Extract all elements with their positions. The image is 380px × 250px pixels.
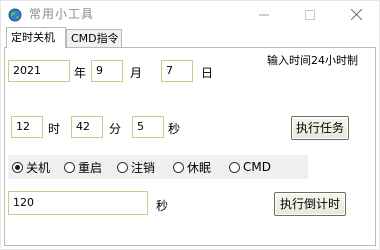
year-label: 年 <box>74 66 87 80</box>
second-input[interactable]: 5 <box>132 116 164 138</box>
radio-checked-icon <box>12 161 23 173</box>
radio-label-cmd: CMD <box>243 160 271 174</box>
radio-hibernate[interactable]: 休眠 <box>173 160 212 175</box>
radio-unchecked-icon <box>173 161 184 173</box>
hour-input[interactable]: 12 <box>11 116 43 138</box>
tab-cmd[interactable]: CMD指令 <box>66 29 122 47</box>
minute-input[interactable]: 42 <box>71 116 103 138</box>
radio-label-hibernate: 休眠 <box>187 160 212 175</box>
time-format-hint: 输入时间24小时制 <box>267 54 358 67</box>
month-label: 月 <box>130 66 143 80</box>
countdown-seconds-input[interactable]: 120 <box>8 191 148 215</box>
app-window: 常用小工具 定时关机 CMD指令 输入时间24小时制 2021 年 9 月 7 … <box>0 0 380 250</box>
radio-logoff[interactable]: 注销 <box>117 160 156 175</box>
maximize-button[interactable] <box>287 1 333 27</box>
close-icon <box>350 5 362 24</box>
title-bar[interactable]: 常用小工具 <box>1 1 379 27</box>
day-label: 日 <box>201 66 214 80</box>
window-title: 常用小工具 <box>29 7 95 21</box>
minimize-button[interactable] <box>241 1 287 27</box>
radio-unchecked-icon <box>64 161 75 173</box>
radio-unchecked-icon <box>229 161 240 173</box>
radio-unchecked-icon <box>117 161 128 173</box>
minimize-icon <box>259 5 269 24</box>
radio-label-shutdown: 关机 <box>26 160 51 175</box>
countdown-seconds-label: 秒 <box>156 199 169 213</box>
run-task-button[interactable]: 执行任务 <box>291 116 349 140</box>
close-button[interactable] <box>333 1 379 27</box>
month-input[interactable]: 9 <box>91 60 123 82</box>
action-radio-group: 关机 重启 注销 休眠 CMD <box>8 155 308 179</box>
year-input[interactable]: 2021 <box>8 60 70 82</box>
radio-cmd[interactable]: CMD <box>229 160 271 174</box>
tab-scheduled-shutdown[interactable]: 定时关机 <box>6 27 66 48</box>
globe-icon <box>8 7 22 22</box>
radio-label-restart: 重启 <box>78 160 103 175</box>
second-label: 秒 <box>168 122 181 136</box>
maximize-icon <box>305 5 315 24</box>
minute-label: 分 <box>109 122 122 136</box>
radio-restart[interactable]: 重启 <box>64 160 103 175</box>
radio-shutdown[interactable]: 关机 <box>12 160 51 175</box>
radio-label-logoff: 注销 <box>131 160 156 175</box>
hour-label: 时 <box>48 122 61 136</box>
day-input[interactable]: 7 <box>161 60 193 82</box>
run-countdown-button[interactable]: 执行倒计时 <box>274 192 346 216</box>
